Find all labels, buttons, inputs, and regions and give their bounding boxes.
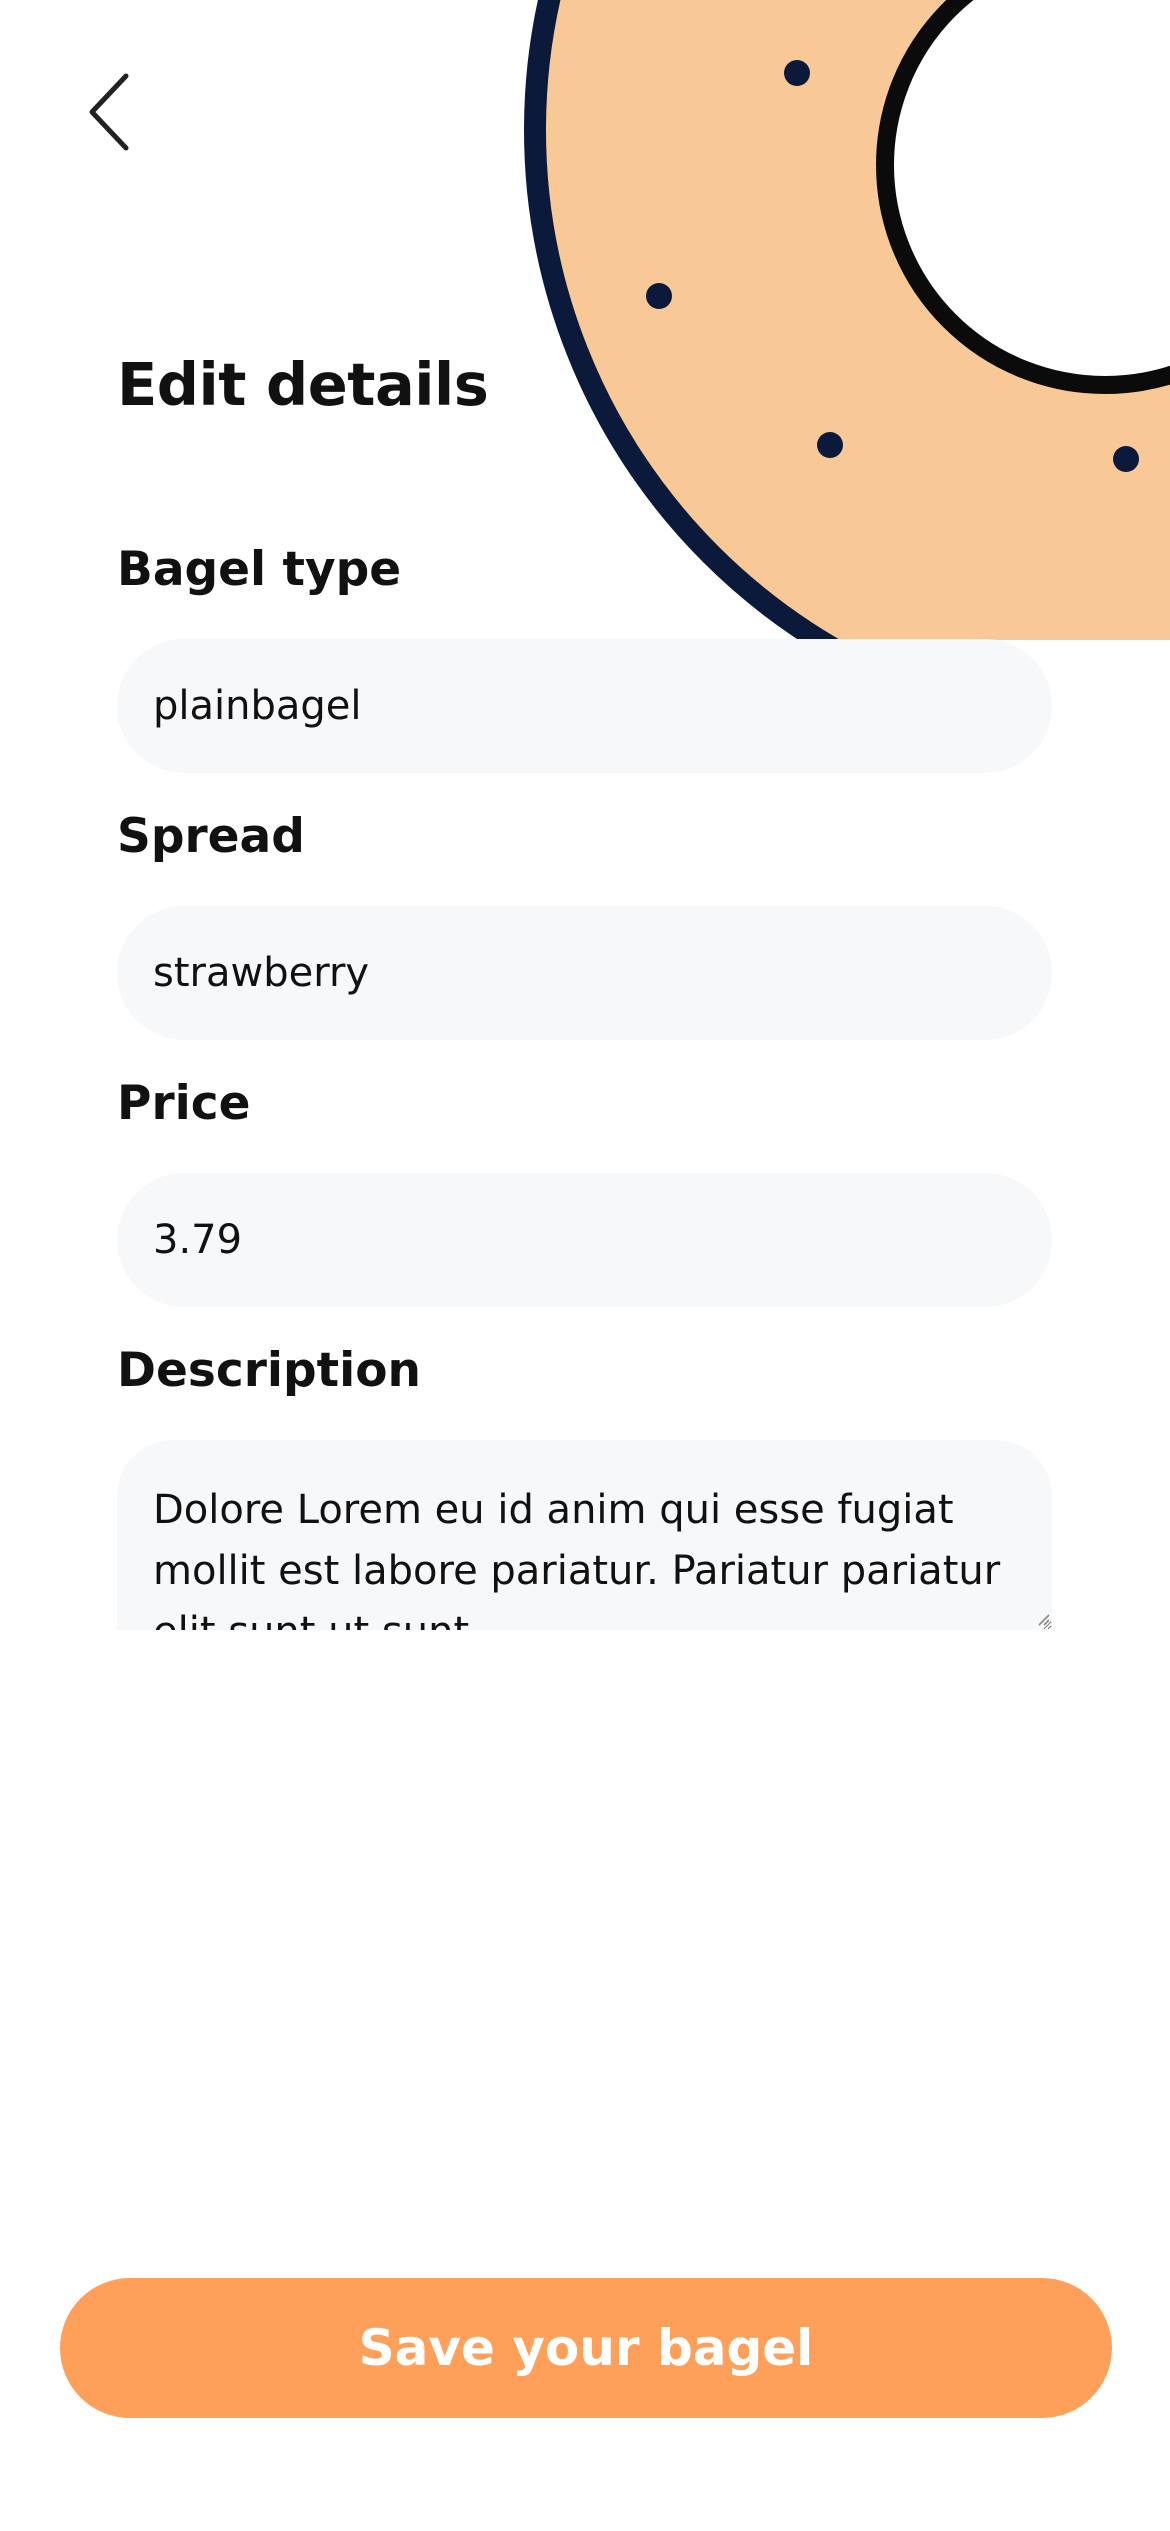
spread-label: Spread (117, 809, 305, 864)
bagel-type-input[interactable] (117, 639, 1052, 773)
description-label: Description (117, 1343, 421, 1398)
price-input[interactable] (117, 1173, 1052, 1307)
save-bagel-button[interactable]: Save your bagel (60, 2278, 1112, 2418)
bagel-seed (1113, 446, 1139, 472)
bagel-type-label: Bagel type (117, 542, 402, 597)
page-title: Edit details (117, 350, 489, 419)
description-textarea[interactable]: Dolore Lorem eu id anim qui esse fugiat … (117, 1440, 1052, 1630)
spread-input[interactable] (117, 906, 1052, 1040)
price-label: Price (117, 1076, 251, 1131)
back-button[interactable] (72, 64, 148, 160)
resize-handle-icon[interactable] (1036, 1612, 1050, 1626)
chevron-left-icon (89, 73, 129, 151)
bagel-seed (646, 283, 672, 309)
bagel-seed (784, 60, 810, 86)
bagel-seed (817, 432, 843, 458)
